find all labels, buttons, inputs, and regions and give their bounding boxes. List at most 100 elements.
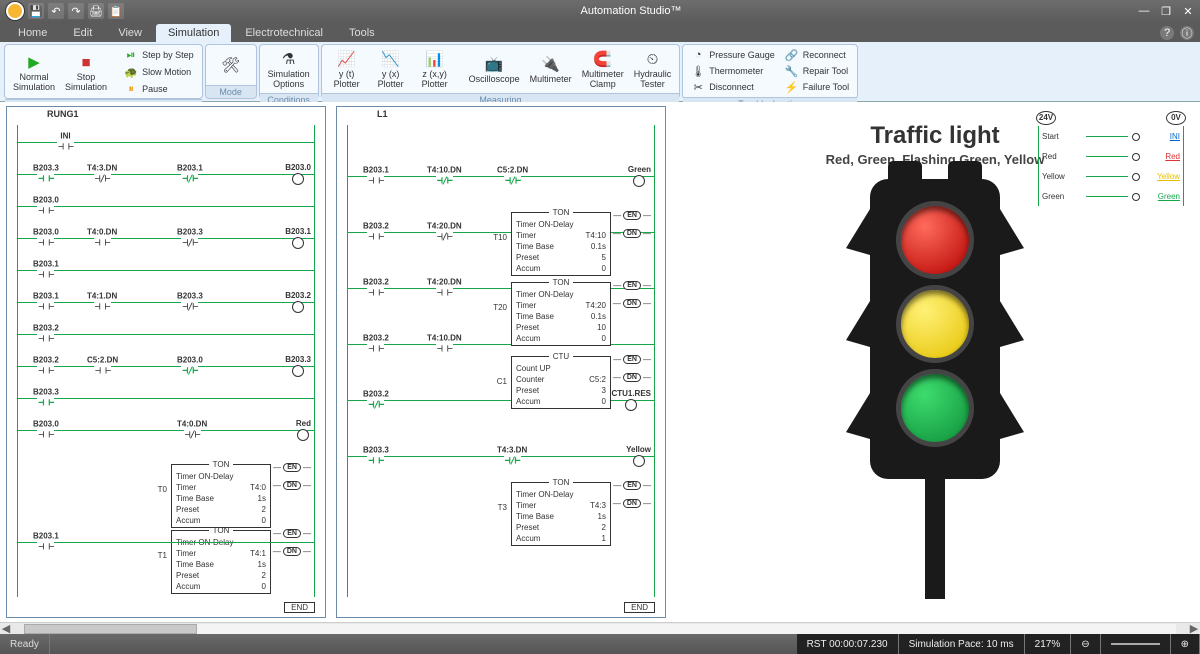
repair-tool-button[interactable]: 🔧Repair Tool bbox=[781, 63, 853, 79]
contact[interactable]: B203.0⊣/⊢ bbox=[177, 355, 203, 376]
contact[interactable]: C5:2.DN⊣ ⊢ bbox=[87, 355, 118, 376]
coil[interactable]: Green bbox=[628, 165, 651, 187]
ladder-diagram-2[interactable]: L1 B203.1⊣ ⊢T4:10.DN⊣/⊢C5:2.DN⊣/⊢GreenB2… bbox=[336, 106, 666, 618]
contact[interactable]: B203.1⊣ ⊢ bbox=[363, 165, 389, 186]
z-plotter-button[interactable]: 📊z (x,y) Plotter bbox=[414, 47, 456, 91]
contact[interactable]: INI⊣ ⊢ bbox=[57, 131, 74, 152]
contact[interactable]: B203.3⊣/⊢ bbox=[177, 291, 203, 312]
ladder-diagram-1[interactable]: RUNG1 INI⊣ ⊢B203.3⊣ ⊢T4:3.DN⊣/⊢B203.1⊣/⊢… bbox=[6, 106, 326, 618]
contact[interactable]: B203.0⊣ ⊢ bbox=[33, 419, 59, 440]
contact[interactable]: B203.3⊣ ⊢ bbox=[33, 163, 59, 184]
contact[interactable]: B203.3⊣ ⊢ bbox=[33, 387, 59, 408]
failure-tool-button[interactable]: ⚡Failure Tool bbox=[781, 79, 853, 95]
info-icon[interactable]: ⓘ bbox=[1180, 26, 1194, 40]
contact[interactable]: T4:0.DN⊣/⊢ bbox=[177, 419, 207, 440]
minimize-button[interactable]: — bbox=[1138, 5, 1150, 17]
contact[interactable]: B203.1⊣/⊢ bbox=[177, 163, 203, 184]
rung[interactable]: B203.2⊣ ⊢ C5:2.DN⊣ ⊢ B203.0⊣/⊢ B203.3 bbox=[17, 349, 315, 381]
tab-home[interactable]: Home bbox=[6, 24, 59, 42]
pressure-gauge-button[interactable]: ◔Pressure Gauge bbox=[687, 47, 779, 63]
contact[interactable]: C5:2.DN⊣/⊢ bbox=[497, 165, 528, 186]
contact[interactable]: T4:20.DN⊣ ⊢ bbox=[427, 277, 462, 298]
step-button[interactable]: ⏯Step by Step bbox=[120, 47, 198, 63]
rung[interactable]: B203.2⊣ ⊢ bbox=[17, 317, 315, 349]
contact[interactable]: B203.1⊣ ⊢ bbox=[33, 291, 59, 312]
contact[interactable]: B203.1⊣ ⊢ bbox=[33, 259, 59, 280]
disconnect-button[interactable]: ✂Disconnect bbox=[687, 79, 779, 95]
coil[interactable]: CTU1.RES bbox=[611, 389, 651, 411]
instruction-block[interactable]: TONTimer ON-DelayTimerT4:10Time Base0.1s… bbox=[511, 207, 611, 276]
zoom-in-button[interactable]: ⊕ bbox=[1171, 634, 1200, 654]
coil[interactable]: B203.3 bbox=[285, 355, 311, 377]
coil[interactable]: B203.2 bbox=[285, 291, 311, 313]
oscilloscope-button[interactable]: 📺Oscilloscope bbox=[465, 52, 524, 86]
normal-simulation-button[interactable]: ▶ Normal Simulation bbox=[9, 50, 59, 94]
contact[interactable]: B203.3⊣ ⊢ bbox=[363, 445, 389, 466]
clamp-button[interactable]: 🧲Multimeter Clamp bbox=[578, 47, 628, 91]
rung[interactable]: B203.0⊣ ⊢ bbox=[17, 189, 315, 221]
rung[interactable]: INI⊣ ⊢ bbox=[17, 125, 315, 157]
save-icon[interactable]: 💾 bbox=[28, 3, 44, 19]
rung[interactable]: B203.1⊣ ⊢ bbox=[17, 253, 315, 285]
contact[interactable]: T4:10.DN⊣ ⊢ bbox=[427, 333, 462, 354]
contact[interactable]: B203.2⊣/⊢ bbox=[363, 389, 389, 410]
rung[interactable]: B203.3⊣ ⊢ T4:3.DN⊣/⊢ Yellow bbox=[347, 427, 655, 483]
mode-button[interactable]: 🛠 bbox=[210, 53, 252, 77]
redo-icon[interactable]: ↷ bbox=[68, 3, 84, 19]
instruction-block[interactable]: TONTimer ON-DelayTimerT4:3Time Base1sPre… bbox=[511, 477, 611, 546]
rung[interactable]: B203.1⊣ ⊢ T4:1.DN⊣ ⊢ B203.3⊣/⊢ B203.2 bbox=[17, 285, 315, 317]
copy-icon[interactable]: 📋 bbox=[108, 3, 124, 19]
simulation-options-button[interactable]: ⚗Simulation Options bbox=[264, 47, 314, 91]
tab-view[interactable]: View bbox=[106, 24, 154, 42]
maximize-button[interactable]: ❐ bbox=[1160, 5, 1172, 17]
multimeter-button[interactable]: 🔌Multimeter bbox=[526, 52, 576, 86]
reconnect-button[interactable]: 🔗Reconnect bbox=[781, 47, 853, 63]
zoom-out-button[interactable]: ⊖ bbox=[1071, 634, 1100, 654]
undo-icon[interactable]: ↶ bbox=[48, 3, 64, 19]
print-icon[interactable]: 🖨 bbox=[88, 3, 104, 19]
coil[interactable]: B203.0 bbox=[285, 163, 311, 185]
scroll-right-icon[interactable]: ▶ bbox=[1188, 622, 1200, 634]
coil[interactable]: Yellow bbox=[626, 445, 651, 467]
rung[interactable]: B203.3⊣ ⊢ T4:3.DN⊣/⊢ B203.1⊣/⊢ B203.0 bbox=[17, 157, 315, 189]
contact[interactable]: T4:10.DN⊣/⊢ bbox=[427, 165, 462, 186]
contact[interactable]: T4:20.DN⊣/⊢ bbox=[427, 221, 462, 242]
contact[interactable]: T4:3.DN⊣/⊢ bbox=[497, 445, 527, 466]
close-button[interactable]: ✕ bbox=[1182, 5, 1194, 17]
rung[interactable]: B203.0⊣ ⊢ T4:0.DN⊣/⊢ Red bbox=[17, 413, 315, 445]
stop-simulation-button[interactable]: ■ Stop Simulation bbox=[61, 50, 111, 94]
coil[interactable]: Red bbox=[296, 419, 311, 441]
contact[interactable]: T4:3.DN⊣/⊢ bbox=[87, 163, 117, 184]
contact[interactable]: B203.2⊣ ⊢ bbox=[33, 355, 59, 376]
help-icon[interactable]: ? bbox=[1160, 26, 1174, 40]
instruction-block[interactable]: CTUCount UPCounterC5:2Preset3Accum0 bbox=[511, 351, 611, 409]
contact[interactable]: B203.3⊣/⊢ bbox=[177, 227, 203, 248]
contact[interactable]: B203.2⊣ ⊢ bbox=[363, 333, 389, 354]
horizontal-scrollbar[interactable]: ◀ ▶ bbox=[0, 622, 1200, 634]
instruction-block[interactable]: TONTimer ON-DelayTimerT4:0Time Base1sPre… bbox=[171, 459, 271, 528]
thermometer-button[interactable]: 🌡Thermometer bbox=[687, 63, 779, 79]
tab-edit[interactable]: Edit bbox=[61, 24, 104, 42]
rung[interactable]: B203.1⊣ ⊢ T4:10.DN⊣/⊢ C5:2.DN⊣/⊢ Green bbox=[347, 147, 655, 203]
yt-plotter-button[interactable]: 📈y (t) Plotter bbox=[326, 47, 368, 91]
zoom-slider[interactable] bbox=[1101, 634, 1171, 654]
instruction-block[interactable]: TONTimer ON-DelayTimerT4:20Time Base0.1s… bbox=[511, 277, 611, 346]
rung[interactable]: B203.0⊣ ⊢ T4:0.DN⊣ ⊢ B203.3⊣/⊢ B203.1 bbox=[17, 221, 315, 253]
contact[interactable]: B203.2⊣ ⊢ bbox=[363, 277, 389, 298]
coil[interactable]: B203.1 bbox=[285, 227, 311, 249]
contact[interactable]: B203.1⊣ ⊢ bbox=[33, 531, 59, 552]
contact[interactable]: B203.0⊣ ⊢ bbox=[33, 227, 59, 248]
contact[interactable]: B203.0⊣ ⊢ bbox=[33, 195, 59, 216]
scroll-thumb[interactable] bbox=[24, 624, 197, 634]
yx-plotter-button[interactable]: 📉y (x) Plotter bbox=[370, 47, 412, 91]
contact[interactable]: B203.2⊣ ⊢ bbox=[363, 221, 389, 242]
tab-simulation[interactable]: Simulation bbox=[156, 24, 231, 42]
tab-electrotechnical[interactable]: Electrotechnical bbox=[233, 24, 335, 42]
contact[interactable]: T4:1.DN⊣ ⊢ bbox=[87, 291, 117, 312]
slow-button[interactable]: 🐢Slow Motion bbox=[120, 64, 198, 80]
contact[interactable]: T4:0.DN⊣ ⊢ bbox=[87, 227, 117, 248]
hydraulic-tester-button[interactable]: ⏲Hydraulic Tester bbox=[630, 47, 676, 91]
tab-tools[interactable]: Tools bbox=[337, 24, 387, 42]
scroll-left-icon[interactable]: ◀ bbox=[0, 622, 12, 634]
contact[interactable]: B203.2⊣ ⊢ bbox=[33, 323, 59, 344]
